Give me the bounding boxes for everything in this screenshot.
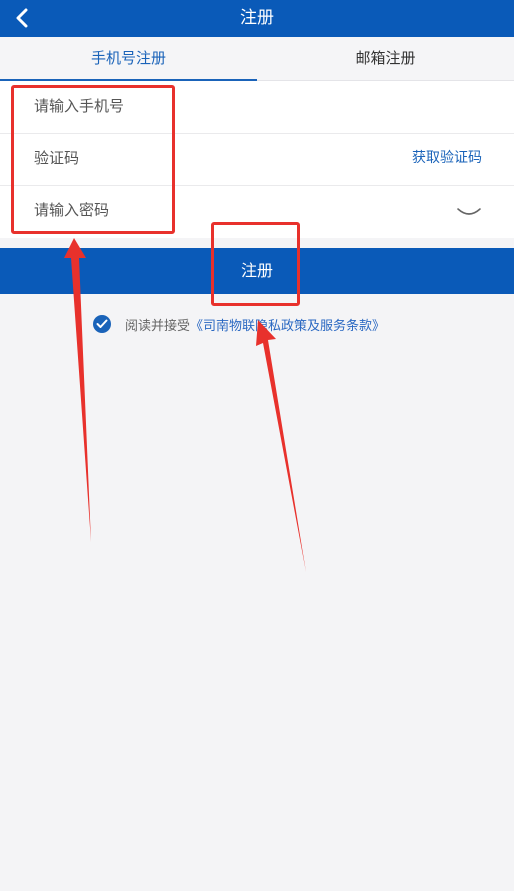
tab-email-register[interactable]: 邮箱注册	[257, 37, 514, 80]
tab-phone-register[interactable]: 手机号注册	[0, 37, 257, 80]
agreement-checkbox[interactable]	[93, 315, 111, 333]
agreement-row: 阅读并接受 《司南物联隐私政策及服务条款》	[93, 313, 385, 335]
top-bar: 注册	[0, 0, 514, 37]
checkmark-icon	[96, 319, 108, 328]
tab-bar: 手机号注册 邮箱注册	[0, 37, 514, 81]
eye-closed-icon	[457, 208, 481, 215]
annotation-box-button	[211, 222, 300, 306]
agreement-prefix: 阅读并接受	[125, 318, 191, 334]
password-visibility-toggle[interactable]	[456, 201, 482, 221]
page-title: 注册	[240, 8, 274, 28]
get-code-button[interactable]: 获取验证码	[412, 133, 482, 183]
annotation-box-form	[11, 85, 175, 234]
annotation-arrow-right	[256, 320, 306, 572]
privacy-policy-link[interactable]: 《司南物联隐私政策及服务条款》	[190, 315, 385, 334]
